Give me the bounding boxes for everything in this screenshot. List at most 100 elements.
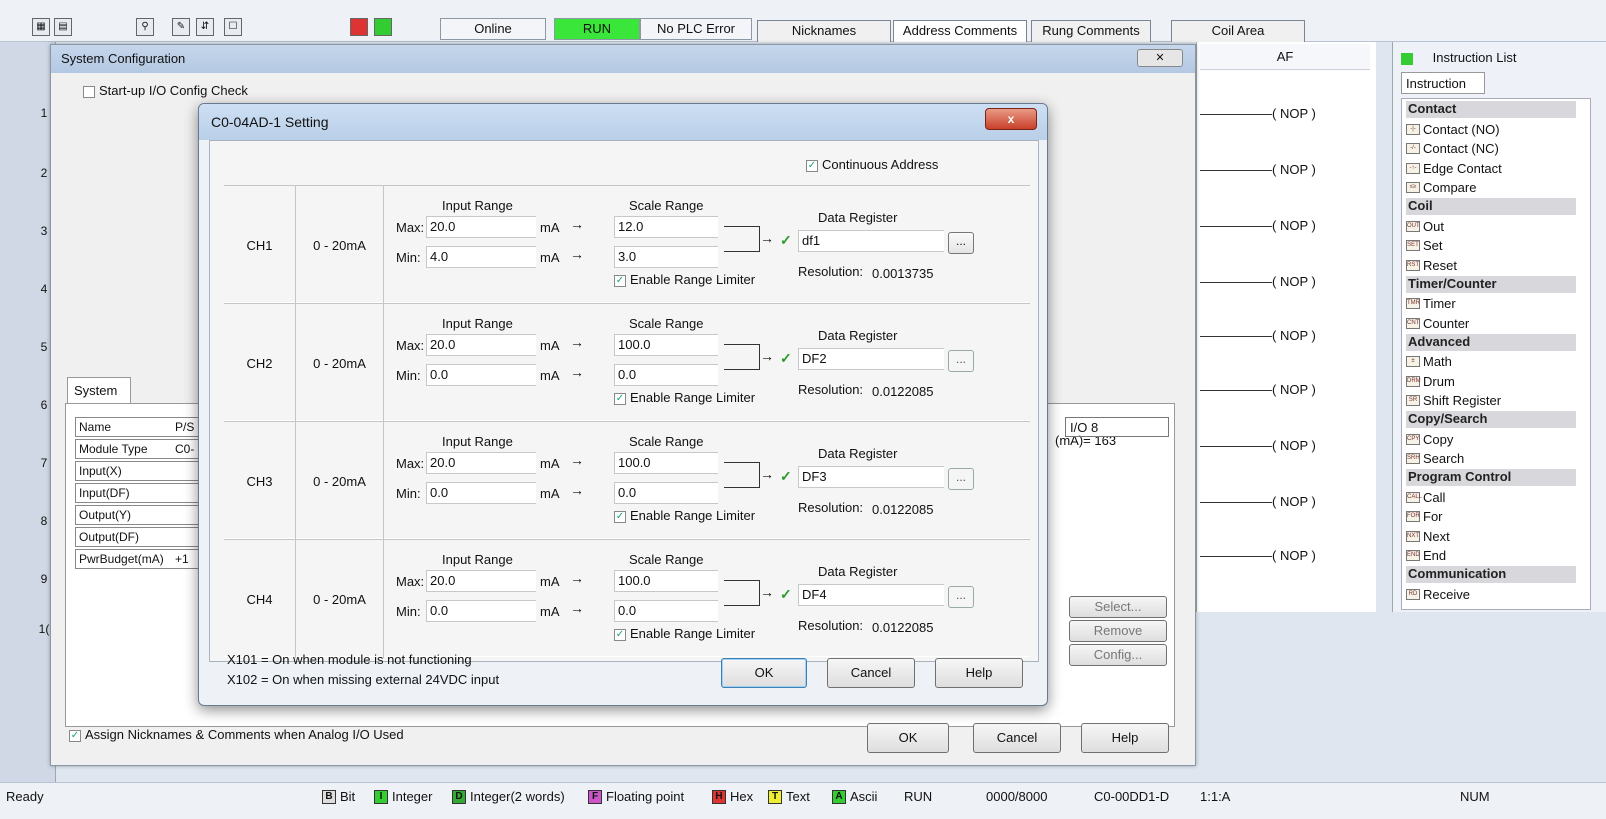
nop-rung[interactable]: ( NOP ) [1200, 492, 1370, 512]
instruction-item[interactable]: OUT Out [1406, 217, 1444, 235]
config-button[interactable]: Config... [1069, 644, 1167, 666]
browse-button[interactable]: ... [948, 232, 974, 254]
instruction-tree[interactable]: Contact -|- Contact (NO) -/- Contact (NC) -↑-… [1401, 98, 1591, 610]
instruction-combo[interactable]: Instruction [1401, 72, 1485, 94]
instruction-item[interactable]: -|- Contact (NO) [1406, 120, 1500, 138]
scale-max-field[interactable]: 12.0 [614, 216, 718, 238]
cancel-button[interactable]: Cancel [973, 723, 1061, 753]
memory-icon[interactable]: ▤ [54, 18, 72, 36]
range-limiter-check[interactable]: ✓ Enable Range Limiter [614, 508, 755, 523]
input-max-field[interactable]: 20.0 [426, 334, 536, 356]
cancel-button[interactable]: Cancel [827, 658, 915, 688]
scale-max-field[interactable]: 100.0 [614, 452, 718, 474]
input-max-field[interactable]: 20.0 [426, 216, 536, 238]
browse-button[interactable]: ... [948, 468, 974, 490]
input-min-field[interactable]: 0.0 [426, 364, 536, 386]
data-register-field[interactable]: DF2 [798, 348, 944, 370]
instruction-item[interactable]: CALL Call [1406, 488, 1445, 506]
tab-address-comments[interactable]: Address Comments [893, 20, 1027, 42]
nop-rung[interactable]: ( NOP ) [1200, 216, 1370, 236]
arrow-right-icon: → [570, 364, 584, 380]
nop-rung[interactable]: ( NOP ) [1200, 326, 1370, 346]
transfer-icon[interactable]: ⇵ [196, 18, 214, 36]
row-label: PwrBudget(mA) [79, 552, 164, 566]
instruction-item[interactable]: SRH Search [1406, 450, 1464, 468]
instruction-item[interactable]: DRM Drum [1406, 372, 1455, 390]
instruction-item-label: Reset [1423, 257, 1457, 273]
instruction-item[interactable]: -↑- Edge Contact [1406, 159, 1502, 177]
instruction-item[interactable]: END End [1406, 547, 1446, 565]
run-mode-icon[interactable] [374, 18, 392, 36]
instruction-item[interactable]: CNT Counter [1406, 314, 1469, 332]
assign-nicknames-check[interactable]: ✓ Assign Nicknames & Comments when Analog… [69, 727, 404, 742]
ok-button[interactable]: OK [867, 723, 949, 753]
nop-rung[interactable]: ( NOP ) [1200, 272, 1370, 292]
input-min-field[interactable]: 0.0 [426, 600, 536, 622]
instruction-item[interactable]: FOR For [1406, 508, 1443, 526]
scale-min-field[interactable]: 0.0 [614, 600, 718, 622]
arrow-right-icon: → [570, 600, 584, 616]
tab-nicknames[interactable]: Nicknames [757, 20, 891, 42]
stop-mode-icon[interactable]: ■ [350, 18, 368, 36]
instruction-item[interactable]: RD Receive [1406, 585, 1470, 603]
ok-button[interactable]: OK [721, 658, 807, 688]
data-register-field[interactable]: df1 [798, 230, 944, 252]
remove-button[interactable]: Remove [1069, 620, 1167, 642]
input-min-field[interactable]: 4.0 [426, 246, 536, 268]
range-limiter-check[interactable]: ✓ Enable Range Limiter [614, 626, 755, 641]
pencil-icon[interactable]: ✎ [172, 18, 190, 36]
status-count: 0000/8000 [986, 789, 1048, 804]
instruction-item[interactable]: RST Reset [1406, 256, 1457, 274]
instruction-item[interactable]: SR Shift Register [1406, 392, 1501, 410]
monitor-icon[interactable]: ☐ [224, 18, 242, 36]
checkbox-icon[interactable] [83, 85, 95, 98]
instruction-item[interactable]: CPY Copy [1406, 430, 1453, 448]
scale-min-field[interactable]: 0.0 [614, 364, 718, 386]
scale-min-field[interactable]: 3.0 [614, 246, 718, 268]
io-config-icon[interactable]: ▦ [32, 18, 50, 36]
check-icon[interactable]: ✓ [614, 274, 626, 287]
data-register-field[interactable]: DF4 [798, 584, 944, 606]
tab-system[interactable]: System [67, 377, 131, 403]
help-button[interactable]: Help [935, 658, 1023, 688]
instruction-item[interactable]: ± Math [1406, 353, 1452, 371]
help-button[interactable]: Help [1081, 723, 1169, 753]
analog-setting-dialog: C0-04AD-1 Setting x ✓ Continuous Address … [198, 103, 1048, 706]
instruction-item[interactable]: -/- Contact (NC) [1406, 140, 1499, 158]
input-max-field[interactable]: 20.0 [426, 570, 536, 592]
instruction-item[interactable]: NXT Next [1406, 527, 1450, 545]
nop-rung[interactable]: ( NOP ) [1200, 546, 1370, 566]
tab-coil-area[interactable]: Coil Area [1171, 20, 1305, 42]
scale-max-field[interactable]: 100.0 [614, 334, 718, 356]
arrow-right-icon: → [570, 452, 584, 468]
browse-button[interactable]: ... [948, 586, 974, 608]
range-limiter-check[interactable]: ✓ Enable Range Limiter [614, 272, 755, 287]
nop-rung[interactable]: ( NOP ) [1200, 160, 1370, 180]
check-icon[interactable]: ✓ [614, 510, 626, 523]
check-icon[interactable]: ✓ [614, 392, 626, 405]
scale-min-field[interactable]: 0.0 [614, 482, 718, 504]
startup-check[interactable]: Start-up I/O Config Check [83, 83, 248, 98]
input-min-field[interactable]: 0.0 [426, 482, 536, 504]
check-icon[interactable]: ✓ [69, 729, 81, 742]
tab-rung-comments[interactable]: Rung Comments [1031, 20, 1151, 42]
close-button[interactable]: x [985, 108, 1037, 130]
browse-button[interactable]: ... [948, 350, 974, 372]
instruction-icon: NXT [1406, 530, 1420, 542]
nop-rung[interactable]: ( NOP ) [1200, 104, 1370, 124]
check-icon[interactable]: ✓ [614, 628, 626, 641]
range-limiter-check[interactable]: ✓ Enable Range Limiter [614, 390, 755, 405]
instruction-item[interactable]: TMR Timer [1406, 295, 1456, 313]
scale-max-field[interactable]: 100.0 [614, 570, 718, 592]
select-button[interactable]: Select... [1069, 596, 1167, 618]
close-icon[interactable]: ✕ [1137, 49, 1183, 67]
arrow-right-icon: → [760, 348, 774, 364]
link-icon[interactable]: ⚲ [136, 18, 154, 36]
nop-rung[interactable]: ( NOP ) [1200, 380, 1370, 400]
instruction-item[interactable]: ≤≥ Compare [1406, 179, 1476, 197]
input-max-field[interactable]: 20.0 [426, 452, 536, 474]
nop-rung[interactable]: ( NOP ) [1200, 436, 1370, 456]
instruction-item[interactable]: SET Set [1406, 237, 1443, 255]
data-register-field[interactable]: DF3 [798, 466, 944, 488]
instruction-item-label: For [1423, 509, 1443, 524]
